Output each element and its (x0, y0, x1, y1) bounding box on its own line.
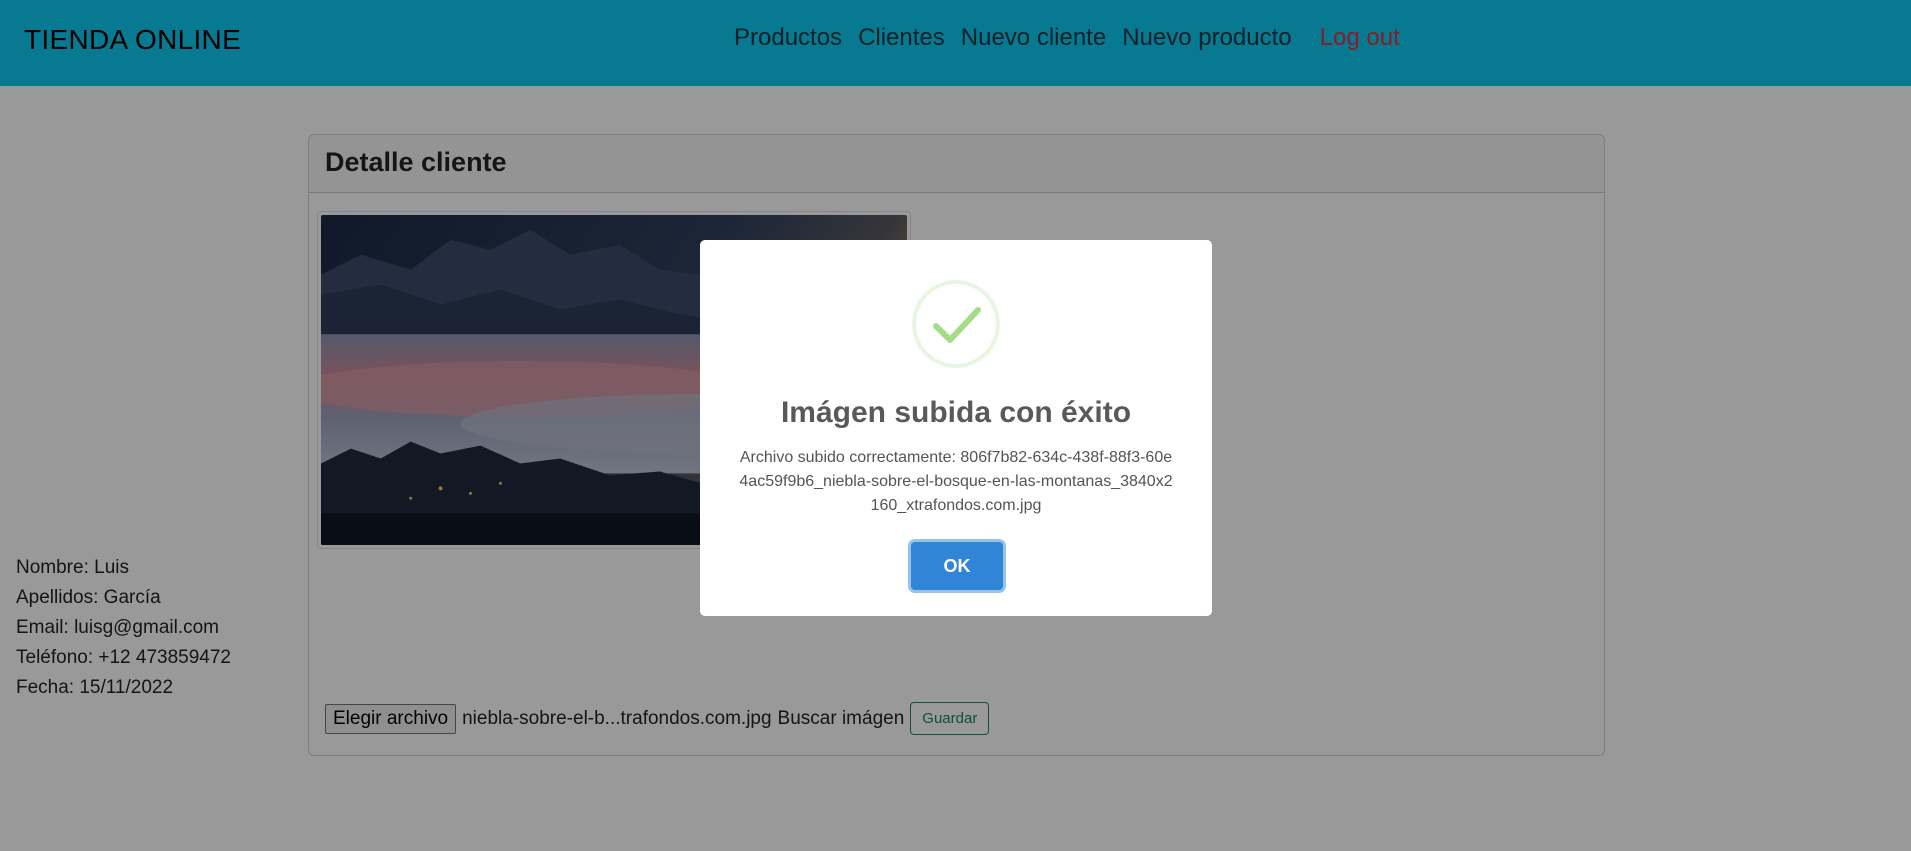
success-check-icon (912, 280, 1000, 368)
ok-button[interactable]: OK (911, 542, 1003, 590)
dialog-title: Imágen subida con éxito (780, 396, 1132, 429)
dialog-message: Archivo subido correctamente: 806f7b82-6… (739, 449, 1173, 514)
success-dialog: Imágen subida con éxito Archivo subido c… (700, 240, 1212, 616)
